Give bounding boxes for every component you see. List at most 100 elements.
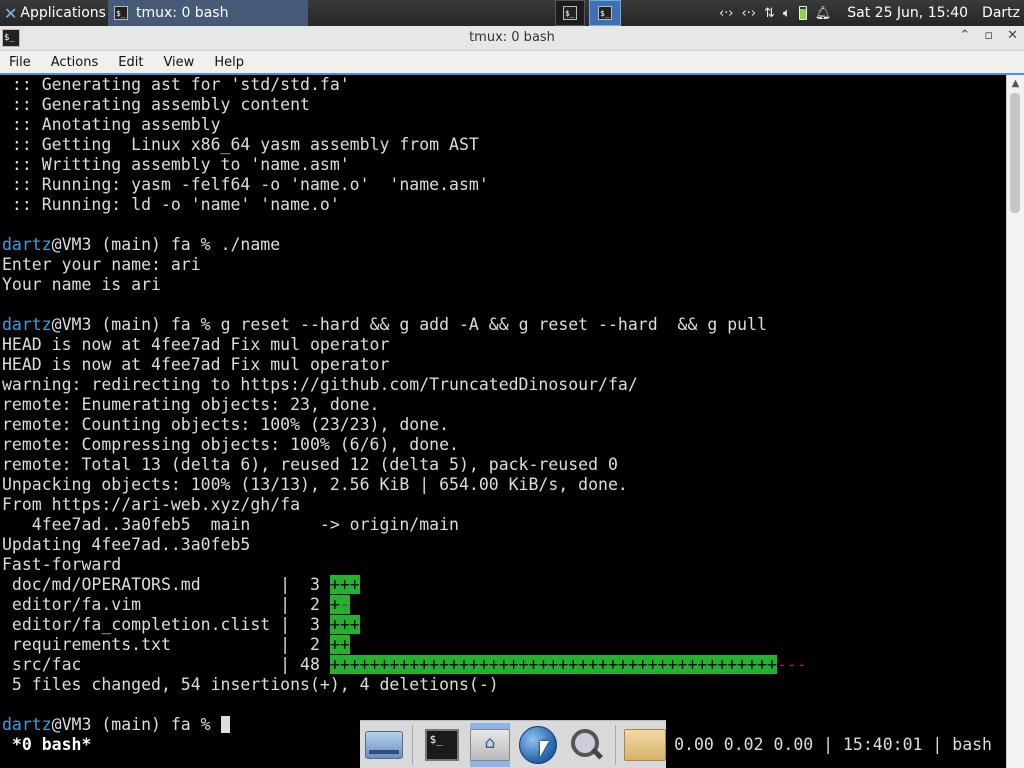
command-text: g reset --hard && g add -A && g reset --…	[220, 315, 767, 334]
command-prompt: dartz@VM3 (main) fa %	[2, 715, 230, 735]
terminal-line: Fast-forward	[2, 555, 122, 574]
terminal-line: Unpacking objects: 100% (13/13), 2.56 Ki…	[2, 475, 628, 494]
terminal-line: remote: Compressing objects: 100% (6/6),…	[2, 435, 459, 454]
applications-label: Applications	[20, 5, 106, 21]
menu-bar: File Actions Edit View Help	[0, 51, 1024, 73]
drive-icon	[365, 730, 404, 759]
text-cursor[interactable]	[220, 716, 230, 733]
clock[interactable]: Sat 25 Jun, 15:40	[847, 5, 968, 21]
tmux-window-list[interactable]: *0 bash*	[2, 735, 91, 754]
prompt-text: @VM3 (main) fa %	[51, 235, 221, 254]
terminal-line: :: Generating assembly content	[2, 95, 310, 114]
terminal-line: Updating 4fee7ad..3a0feb5	[2, 535, 251, 554]
command-text: ./name	[220, 235, 281, 254]
terminal-line: 4fee7ad..3a0feb5 main -> origin/main	[2, 515, 459, 534]
terminal-line: Your name is ari	[2, 275, 161, 294]
workspace-1-button[interactable]: $_	[555, 0, 585, 26]
taskbar-item-label: tmux: 0 bash	[136, 5, 229, 21]
prompt-text: @VM3 (main) fa %	[51, 715, 221, 734]
terminal-line: :: Getting Linux x86_64 yasm assembly fr…	[2, 135, 479, 154]
window-controls: ⌃ ▫ ✕	[959, 28, 1018, 43]
menu-view[interactable]: View	[153, 55, 204, 70]
mouse-pointer-icon	[540, 740, 550, 757]
folder-icon	[624, 728, 667, 761]
prompt-user: dartz	[2, 715, 52, 734]
diffstat-file: doc/md/OPERATORS.md | 3	[2, 575, 330, 594]
prompt-user: dartz	[2, 235, 52, 254]
system-tray: ‹·› ‹·› ⇅ 🔈︎ 🔔︎ Sat 25 Jun, 15:40 Dartz	[719, 0, 1024, 26]
terminal-line: :: Anotating assembly	[2, 115, 221, 134]
close-button[interactable]: ✕	[1007, 28, 1018, 43]
diffstat-line: src/fac | 48 +++++++++++++++++++++++++++…	[2, 655, 807, 675]
diffstat-file: editor/fa.vim | 2	[2, 595, 330, 614]
diffstat-insertions: +	[329, 595, 340, 614]
dock-item-show-desktop[interactable]	[364, 723, 404, 767]
diffstat-file: editor/fa_completion.clist | 3	[2, 615, 330, 634]
dock-item-folder[interactable]	[624, 723, 667, 767]
scroll-up-arrow-icon[interactable]: ▲	[1007, 75, 1024, 93]
menu-help[interactable]: Help	[204, 55, 254, 70]
terminal-line: :: Writting assembly to 'name.asm'	[2, 155, 350, 174]
taskbar-item-tmux[interactable]: $_ tmux: 0 bash	[108, 0, 308, 26]
volume-icon[interactable]: 🔈︎	[783, 6, 791, 21]
diffstat-insertions: +++	[329, 615, 360, 634]
tmux-status-right: 0.00 0.02 0.00 | 15:40:01 | bash	[674, 735, 992, 754]
dock-item-terminal[interactable]: $_	[421, 723, 461, 767]
xfce-logo-icon: ✕	[4, 3, 18, 23]
dock-item-search[interactable]	[567, 723, 607, 767]
prompt-text: @VM3 (main) fa %	[51, 315, 221, 334]
window-title: tmux: 0 bash	[469, 30, 555, 45]
diffstat-insertions: ++++++++++++++++++++++++++++++++++++++++…	[329, 655, 777, 674]
applications-menu[interactable]: ✕ Applications	[0, 0, 106, 26]
window-titlebar[interactable]: $_ tmux: 0 bash ⌃ ▫ ✕	[0, 26, 1024, 51]
terminal-line: :: Generating ast for 'std/std.fa'	[2, 75, 350, 94]
diffstat-line: editor/fa_completion.clist | 3 +++	[2, 615, 360, 635]
menu-edit[interactable]: Edit	[108, 55, 153, 70]
terminal-line: HEAD is now at 4fee7ad Fix mul operator	[2, 335, 390, 354]
diffstat-line: editor/fa.vim | 2 +-	[2, 595, 350, 615]
diffstat-deletions: -	[339, 595, 350, 614]
terminal-output[interactable]: :: Generating ast for 'std/std.fa' :: Ge…	[2, 75, 1006, 768]
terminal-icon: $_	[114, 6, 128, 20]
terminal-line: :: Running: yasm -felf64 -o 'name.o' 'na…	[2, 175, 489, 194]
user-name[interactable]: Dartz	[982, 5, 1020, 21]
diffstat-file: requirements.txt | 2	[2, 635, 330, 654]
terminal-scrollbar[interactable]: ▲	[1006, 75, 1024, 768]
diffstat-file: src/fac | 48	[2, 655, 330, 674]
diffstat-insertions: ++	[329, 635, 350, 654]
dock-separator	[615, 724, 617, 765]
search-icon	[569, 727, 605, 763]
terminal-line: remote: Enumerating objects: 23, done.	[2, 395, 380, 414]
transfer-arrows-icon[interactable]: ⇅	[764, 6, 775, 21]
top-panel: ✕ Applications $_ tmux: 0 bash $_ $_ ‹·›…	[0, 0, 1024, 26]
prompt-user: dartz	[2, 315, 52, 334]
prompt-line: dartz@VM3 (main) fa % g reset --hard && …	[2, 315, 767, 335]
terminal-icon: $_	[563, 6, 577, 20]
battery-icon[interactable]	[798, 6, 807, 20]
network-icon[interactable]: ‹·›	[741, 6, 756, 21]
dock-item-home-folder[interactable]	[469, 722, 511, 767]
minimize-button[interactable]: ⌃	[959, 28, 970, 43]
scrollbar-thumb[interactable]	[1010, 93, 1020, 213]
terminal-line: 5 files changed, 54 insertions(+), 4 del…	[2, 675, 499, 694]
terminal-line: remote: Counting objects: 100% (23/23), …	[2, 415, 450, 434]
maximize-button[interactable]: ▫	[984, 28, 993, 43]
terminal-line: From https://ari-web.xyz/gh/fa	[2, 495, 301, 514]
prompt-line: dartz@VM3 (main) fa % ./name	[2, 235, 280, 255]
workspace-2-button[interactable]: $_	[589, 0, 621, 26]
dock-item-web-browser[interactable]	[518, 723, 558, 767]
terminal-icon: $_	[598, 6, 612, 20]
menu-actions[interactable]: Actions	[41, 55, 109, 70]
terminal-line: warning: redirecting to https://github.c…	[2, 375, 638, 394]
dock: $_	[360, 720, 667, 768]
notification-bell-icon[interactable]: 🔔︎	[815, 6, 832, 21]
network-icon[interactable]: ‹·›	[719, 6, 734, 21]
diffstat-line: doc/md/OPERATORS.md | 3 +++	[2, 575, 360, 595]
dock-separator	[412, 724, 414, 765]
terminal-icon: $_	[424, 728, 459, 761]
home-folder-icon	[470, 728, 511, 761]
diffstat-insertions: +++	[329, 575, 360, 594]
menu-file[interactable]: File	[0, 55, 41, 70]
terminal-line: remote: Total 13 (delta 6), reused 12 (d…	[2, 455, 618, 474]
terminal-line: :: Running: ld -o 'name' 'name.o'	[2, 195, 340, 214]
